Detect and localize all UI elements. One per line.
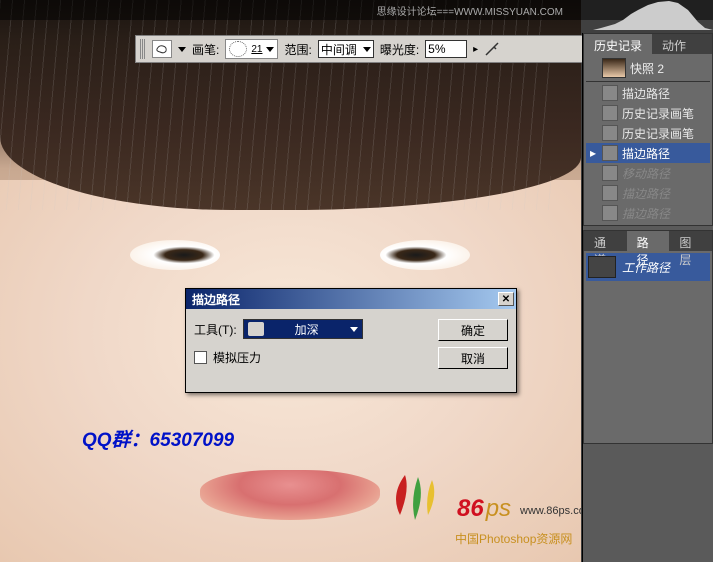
snapshot-thumb xyxy=(602,58,626,78)
burn-tool-icon xyxy=(248,322,264,336)
brush-preview-icon xyxy=(229,41,247,57)
history-step-icon xyxy=(602,85,618,101)
history-item-label: 描边路径 xyxy=(622,85,670,102)
burn-tool-icon[interactable] xyxy=(152,40,172,58)
tab-history[interactable]: 历史记录 xyxy=(584,34,652,54)
history-step-icon xyxy=(602,205,618,221)
right-panels: 历史记录 动作 快照 2 描边路径历史记录画笔历史记录画笔▸描边路径移动路径描边… xyxy=(582,33,713,562)
grip-icon[interactable] xyxy=(140,39,146,59)
brush-size: 21 xyxy=(251,44,262,55)
history-item-label: 描边路径 xyxy=(622,145,670,162)
tab-paths[interactable]: 路径 xyxy=(627,231,670,251)
ok-button[interactable]: 确定 xyxy=(438,319,508,341)
logo-cn-text: 中国Photoshop资源网 xyxy=(455,530,572,547)
canvas[interactable]: QQ群：65307099 86 ps www.86ps.com 中国Photos… xyxy=(0,0,581,562)
tool-label: 工具(T): xyxy=(194,321,237,338)
tool-value: 加深 xyxy=(295,321,319,338)
dialog-title: 描边路径 xyxy=(192,291,240,308)
history-item-label: 历史记录画笔 xyxy=(622,105,694,122)
options-bar: 画笔: 21 范围: 中间调 曝光度: 5% ▸ xyxy=(135,35,585,63)
history-item[interactable]: ▸描边路径 xyxy=(586,143,710,163)
history-item-label: 移动路径 xyxy=(622,165,670,182)
history-step-icon xyxy=(602,185,618,201)
history-item[interactable]: 描边路径 xyxy=(586,183,710,203)
tab-channels[interactable]: 通道 xyxy=(584,231,627,251)
history-item[interactable]: 描边路径 xyxy=(586,83,710,103)
history-item-label: 历史记录画笔 xyxy=(622,125,694,142)
history-item-label: 描边路径 xyxy=(622,205,670,222)
range-select[interactable]: 中间调 xyxy=(318,40,374,58)
logo-ps: ps xyxy=(486,495,511,523)
cancel-button[interactable]: 取消 xyxy=(438,347,508,369)
tab-actions[interactable]: 动作 xyxy=(652,34,696,54)
paths-panel: 通道 路径 图层 工作路径 xyxy=(583,230,713,444)
range-label: 范围: xyxy=(284,41,311,58)
path-guides xyxy=(0,0,551,210)
chevron-down-icon xyxy=(363,47,371,52)
history-step-icon xyxy=(602,125,618,141)
exposure-slider-icon[interactable]: ▸ xyxy=(473,44,478,55)
stroke-path-dialog: 描边路径 ✕ 工具(T): 加深 模拟压力 确定 取消 xyxy=(185,288,517,393)
simulate-pressure-checkbox[interactable] xyxy=(194,351,207,364)
snapshot-label: 快照 2 xyxy=(630,60,664,77)
logo-86: 86 xyxy=(457,495,484,523)
history-step-icon xyxy=(602,105,618,121)
history-item-label: 描边路径 xyxy=(622,185,670,202)
dialog-titlebar[interactable]: 描边路径 ✕ xyxy=(186,289,516,309)
tool-select[interactable]: 加深 xyxy=(243,319,363,339)
logo-url: www.86ps.com xyxy=(520,505,581,517)
tool-dropdown-icon[interactable] xyxy=(178,47,186,52)
airbrush-icon[interactable] xyxy=(484,41,502,57)
simulate-pressure-label: 模拟压力 xyxy=(213,349,261,366)
snapshot-row[interactable]: 快照 2 xyxy=(586,56,710,80)
brush-picker[interactable]: 21 xyxy=(225,39,278,59)
history-item[interactable]: 移动路径 xyxy=(586,163,710,183)
exposure-value: 5% xyxy=(428,42,445,56)
brush-label: 画笔: xyxy=(192,41,219,58)
range-value: 中间调 xyxy=(321,41,357,58)
histogram xyxy=(593,0,713,30)
exposure-field[interactable]: 5% xyxy=(425,40,467,58)
logo-flame-icon xyxy=(380,465,450,528)
path-name: 工作路径 xyxy=(622,259,670,276)
exposure-label: 曝光度: xyxy=(380,41,419,58)
qq-watermark: QQ群：65307099 xyxy=(82,425,234,452)
history-item[interactable]: 历史记录画笔 xyxy=(586,103,710,123)
history-step-icon xyxy=(602,165,618,181)
close-button[interactable]: ✕ xyxy=(498,292,514,306)
chevron-down-icon xyxy=(350,327,358,332)
history-item[interactable]: 历史记录画笔 xyxy=(586,123,710,143)
brush-dropdown-icon xyxy=(266,47,274,52)
history-item[interactable]: 描边路径 xyxy=(586,203,710,223)
history-panel: 历史记录 动作 快照 2 描边路径历史记录画笔历史记录画笔▸描边路径移动路径描边… xyxy=(583,33,713,226)
tab-layers[interactable]: 图层 xyxy=(669,231,712,251)
path-thumb xyxy=(588,256,616,278)
history-step-icon xyxy=(602,145,618,161)
